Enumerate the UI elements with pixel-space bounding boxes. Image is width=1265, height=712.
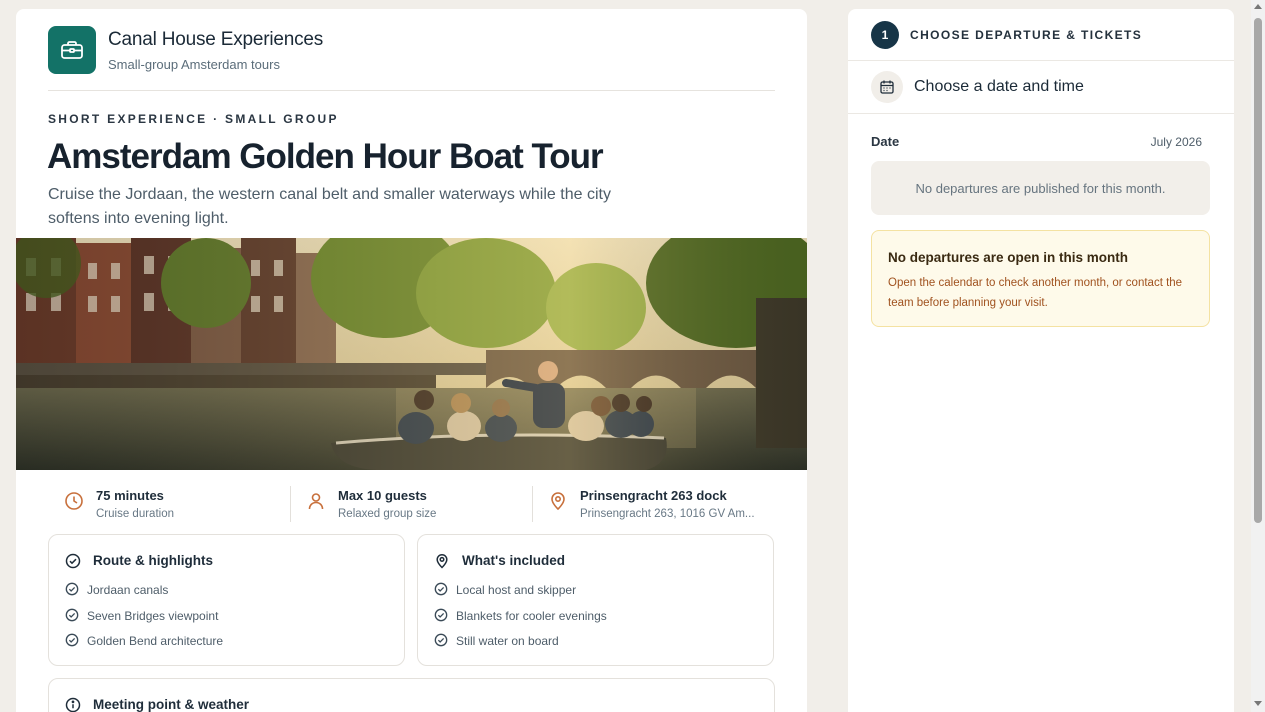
warning-alert: No departures are open in this month Ope… [871, 230, 1210, 327]
info-icon [65, 697, 81, 712]
brand-tagline: Small-group Amsterdam tours [108, 57, 280, 72]
list-item-label: Blankets for cooler evenings [456, 609, 607, 623]
calendar-button[interactable] [871, 71, 903, 103]
list-item-label: Still water on board [456, 634, 559, 648]
clock-icon [65, 492, 83, 510]
fact-subtitle: Cruise duration [96, 508, 174, 520]
tour-facts: 75 minutes Cruise duration Max 10 guests… [48, 481, 775, 533]
check-circle-icon [65, 553, 81, 569]
panel-title: What's included [462, 553, 565, 568]
choose-date-row[interactable]: Choose a date and time [848, 61, 1234, 114]
booking-card: 1 CHOOSE DEPARTURE & TICKETS Choose a da… [848, 9, 1234, 712]
scroll-down-icon[interactable] [1254, 701, 1262, 706]
list-item-label: Jordaan canals [87, 583, 169, 597]
check-circle-icon [434, 633, 448, 647]
fact-title: Prinsengracht 263 dock [580, 488, 727, 503]
calendar-icon [880, 80, 894, 94]
choose-date-label: Choose a date and time [914, 78, 1084, 95]
scrollbar-thumb[interactable] [1254, 18, 1262, 523]
location-pin-icon [436, 554, 448, 569]
list-item-label: Seven Bridges viewpoint [87, 609, 219, 623]
check-circle-icon [434, 608, 448, 622]
panel-title: Route & highlights [93, 553, 213, 568]
selected-month[interactable]: July 2026 [1151, 135, 1202, 149]
whats-included-panel: What's included Local host and skipper B… [417, 534, 774, 666]
brand-header: Canal House Experiences Small-group Amst… [48, 25, 775, 91]
fact-title: 75 minutes [96, 488, 164, 503]
check-circle-icon [65, 633, 79, 647]
brand-logo[interactable] [48, 26, 96, 74]
tour-eyebrow: SHORT EXPERIENCE · SMALL GROUP [48, 112, 339, 126]
step-label: CHOOSE DEPARTURE & TICKETS [910, 28, 1143, 42]
tour-detail-card: Canal House Experiences Small-group Amst… [16, 9, 807, 712]
warning-title: No departures are open in this month [888, 250, 1129, 265]
route-highlights-panel: Route & highlights Jordaan canals Seven … [48, 534, 405, 666]
scroll-up-icon[interactable] [1254, 4, 1262, 9]
step-number-badge: 1 [871, 21, 899, 49]
page-scrollbar[interactable] [1251, 0, 1265, 712]
page-title: Amsterdam Golden Hour Boat Tour [47, 137, 604, 176]
warning-text: Open the calendar to check another month… [888, 277, 1183, 309]
check-circle-icon [65, 608, 79, 622]
hero-image [16, 238, 807, 470]
date-label: Date [871, 134, 900, 149]
tour-description: Cruise the Jordaan, the western canal be… [48, 186, 611, 227]
person-icon [308, 493, 324, 510]
fact-subtitle: Prinsengracht 263, 1016 GV Am... [580, 508, 755, 520]
panel-title: Meeting point & weather [93, 697, 250, 712]
list-item-label: Local host and skipper [456, 583, 577, 597]
check-circle-icon [65, 582, 79, 596]
meeting-weather-panel: Meeting point & weather [48, 678, 775, 712]
list-item-label: Golden Bend architecture [87, 634, 224, 648]
fact-meeting-point[interactable]: Prinsengracht 263 dock Prinsengracht 263… [532, 481, 775, 527]
brand-name[interactable]: Canal House Experiences [108, 29, 323, 51]
fact-subtitle: Relaxed group size [338, 508, 437, 520]
fact-group-size: Max 10 guests Relaxed group size [290, 481, 532, 527]
fact-title: Max 10 guests [338, 488, 427, 503]
booking-step-header: 1 CHOOSE DEPARTURE & TICKETS [848, 9, 1234, 61]
fact-duration: 75 minutes Cruise duration [48, 481, 290, 527]
no-departures-message: No departures are published for this mon… [871, 161, 1210, 215]
briefcase-icon [61, 41, 83, 59]
check-circle-icon [434, 582, 448, 596]
location-pin-icon [551, 492, 565, 511]
